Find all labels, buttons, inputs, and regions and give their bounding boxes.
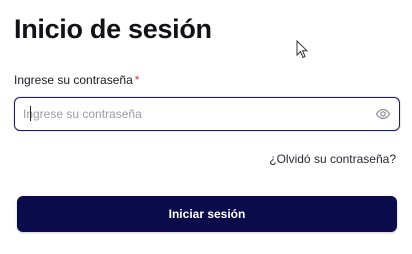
mouse-pointer-icon <box>296 40 308 59</box>
forgot-password-link[interactable]: ¿Olvidó su contraseña? <box>269 151 396 167</box>
password-label: Ingrese su contraseña * <box>14 72 139 88</box>
required-marker: * <box>134 73 140 87</box>
login-page: Inicio de sesión Ingrese su contraseña * … <box>0 0 412 254</box>
login-button[interactable]: Iniciar sesión <box>17 196 397 232</box>
password-input[interactable] <box>23 98 363 129</box>
page-title: Inicio de sesión <box>14 14 212 44</box>
eye-icon[interactable] <box>375 106 391 122</box>
text-caret <box>30 106 31 121</box>
password-field <box>14 97 400 131</box>
password-label-text: Ingrese su contraseña <box>14 73 133 87</box>
